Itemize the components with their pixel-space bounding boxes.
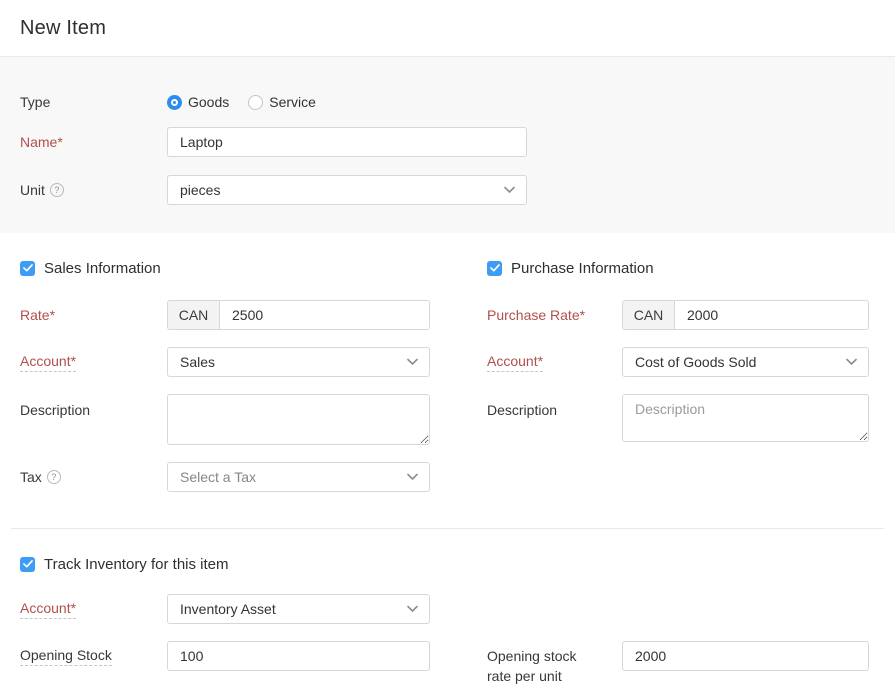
track-inventory-toggle[interactable]: Track Inventory for this item bbox=[20, 556, 895, 572]
item-basic-section: Type Goods Service Name* Unit ? pieces bbox=[0, 57, 895, 233]
radio-option-goods[interactable]: Goods bbox=[167, 94, 229, 110]
chevron-down-icon bbox=[407, 606, 418, 613]
sales-tax-row: Tax ? Select a Tax bbox=[20, 462, 430, 492]
inventory-account-value: Inventory Asset bbox=[180, 601, 276, 617]
opening-stock-row: Opening Stock Opening stock rate per uni… bbox=[20, 641, 895, 686]
purchase-rate-group: CAN bbox=[622, 300, 869, 330]
sales-account-label: Account* bbox=[20, 353, 167, 372]
chevron-down-icon bbox=[407, 474, 418, 481]
opening-stock-rate-label: Opening stock rate per unit bbox=[487, 646, 622, 686]
chevron-down-icon bbox=[846, 359, 857, 366]
sales-description-row: Description bbox=[20, 394, 430, 445]
sales-rate-input[interactable] bbox=[220, 301, 429, 329]
chevron-down-icon bbox=[407, 359, 418, 366]
radio-option-service[interactable]: Service bbox=[248, 94, 316, 110]
checkbox-checked-icon[interactable] bbox=[487, 261, 502, 276]
purchase-account-value: Cost of Goods Sold bbox=[635, 354, 756, 370]
opening-stock-rate-input[interactable] bbox=[622, 641, 869, 671]
radio-goods-label[interactable]: Goods bbox=[188, 94, 229, 110]
purchase-account-select[interactable]: Cost of Goods Sold bbox=[622, 347, 869, 377]
opening-stock-label: Opening Stock bbox=[20, 647, 167, 666]
opening-stock-rate-pair: Opening stock rate per unit bbox=[487, 641, 869, 686]
sales-description-label: Description bbox=[20, 402, 167, 418]
sales-info-label[interactable]: Sales Information bbox=[44, 260, 161, 277]
help-icon[interactable]: ? bbox=[47, 470, 61, 484]
purchase-rate-input[interactable] bbox=[675, 301, 868, 329]
sales-rate-row: Rate* CAN bbox=[20, 300, 430, 330]
unit-select[interactable]: pieces bbox=[167, 175, 527, 205]
purchase-description-textarea[interactable] bbox=[622, 394, 869, 442]
opening-stock-input[interactable] bbox=[167, 641, 430, 671]
name-input[interactable] bbox=[167, 127, 527, 157]
sales-rate-group: CAN bbox=[167, 300, 430, 330]
name-row: Name* bbox=[20, 127, 895, 157]
purchase-account-row: Account* Cost of Goods Sold bbox=[487, 347, 869, 377]
chevron-down-icon bbox=[504, 187, 515, 194]
purchase-info-toggle[interactable]: Purchase Information bbox=[487, 260, 869, 276]
purchase-rate-label: Purchase Rate* bbox=[487, 307, 622, 323]
sales-description-textarea[interactable] bbox=[167, 394, 430, 445]
radio-unselected-icon[interactable] bbox=[248, 95, 263, 110]
inventory-account-label: Account* bbox=[20, 600, 167, 619]
sales-account-select[interactable]: Sales bbox=[167, 347, 430, 377]
sales-column: Sales Information Rate* CAN Account* Sal… bbox=[20, 260, 430, 492]
purchase-description-row: Description bbox=[487, 394, 869, 442]
radio-service-label[interactable]: Service bbox=[269, 94, 316, 110]
help-icon[interactable]: ? bbox=[50, 183, 64, 197]
checkbox-checked-icon[interactable] bbox=[20, 261, 35, 276]
inventory-section: Track Inventory for this item Account* I… bbox=[0, 529, 895, 686]
unit-row: Unit ? pieces bbox=[20, 175, 895, 205]
purchase-info-label[interactable]: Purchase Information bbox=[511, 260, 654, 277]
sales-account-value: Sales bbox=[180, 354, 215, 370]
inventory-account-row: Account* Inventory Asset bbox=[20, 594, 895, 624]
sales-account-row: Account* Sales bbox=[20, 347, 430, 377]
radio-selected-icon[interactable] bbox=[167, 95, 182, 110]
unit-select-value: pieces bbox=[180, 182, 220, 198]
sales-tax-label: Tax ? bbox=[20, 469, 167, 485]
purchase-rate-row: Purchase Rate* CAN bbox=[487, 300, 869, 330]
type-row: Type Goods Service bbox=[20, 87, 895, 117]
currency-prefix: CAN bbox=[168, 301, 220, 329]
sales-tax-select[interactable]: Select a Tax bbox=[167, 462, 430, 492]
name-label: Name* bbox=[20, 134, 167, 150]
sales-info-toggle[interactable]: Sales Information bbox=[20, 260, 430, 276]
opening-stock-pair: Opening Stock bbox=[20, 641, 430, 671]
sales-tax-placeholder: Select a Tax bbox=[180, 469, 256, 485]
track-inventory-label[interactable]: Track Inventory for this item bbox=[44, 556, 229, 573]
type-radio-group: Goods Service bbox=[167, 94, 316, 110]
currency-prefix: CAN bbox=[623, 301, 675, 329]
page-header: New Item bbox=[0, 0, 895, 57]
type-label: Type bbox=[20, 94, 167, 110]
checkbox-checked-icon[interactable] bbox=[20, 557, 35, 572]
sales-rate-label: Rate* bbox=[20, 307, 167, 323]
unit-label: Unit ? bbox=[20, 182, 167, 198]
sales-purchase-section: Sales Information Rate* CAN Account* Sal… bbox=[0, 233, 895, 492]
purchase-account-label: Account* bbox=[487, 353, 622, 372]
inventory-account-select[interactable]: Inventory Asset bbox=[167, 594, 430, 624]
purchase-column: Purchase Information Purchase Rate* CAN … bbox=[487, 260, 869, 492]
page-title: New Item bbox=[20, 17, 106, 40]
purchase-description-label: Description bbox=[487, 402, 622, 418]
